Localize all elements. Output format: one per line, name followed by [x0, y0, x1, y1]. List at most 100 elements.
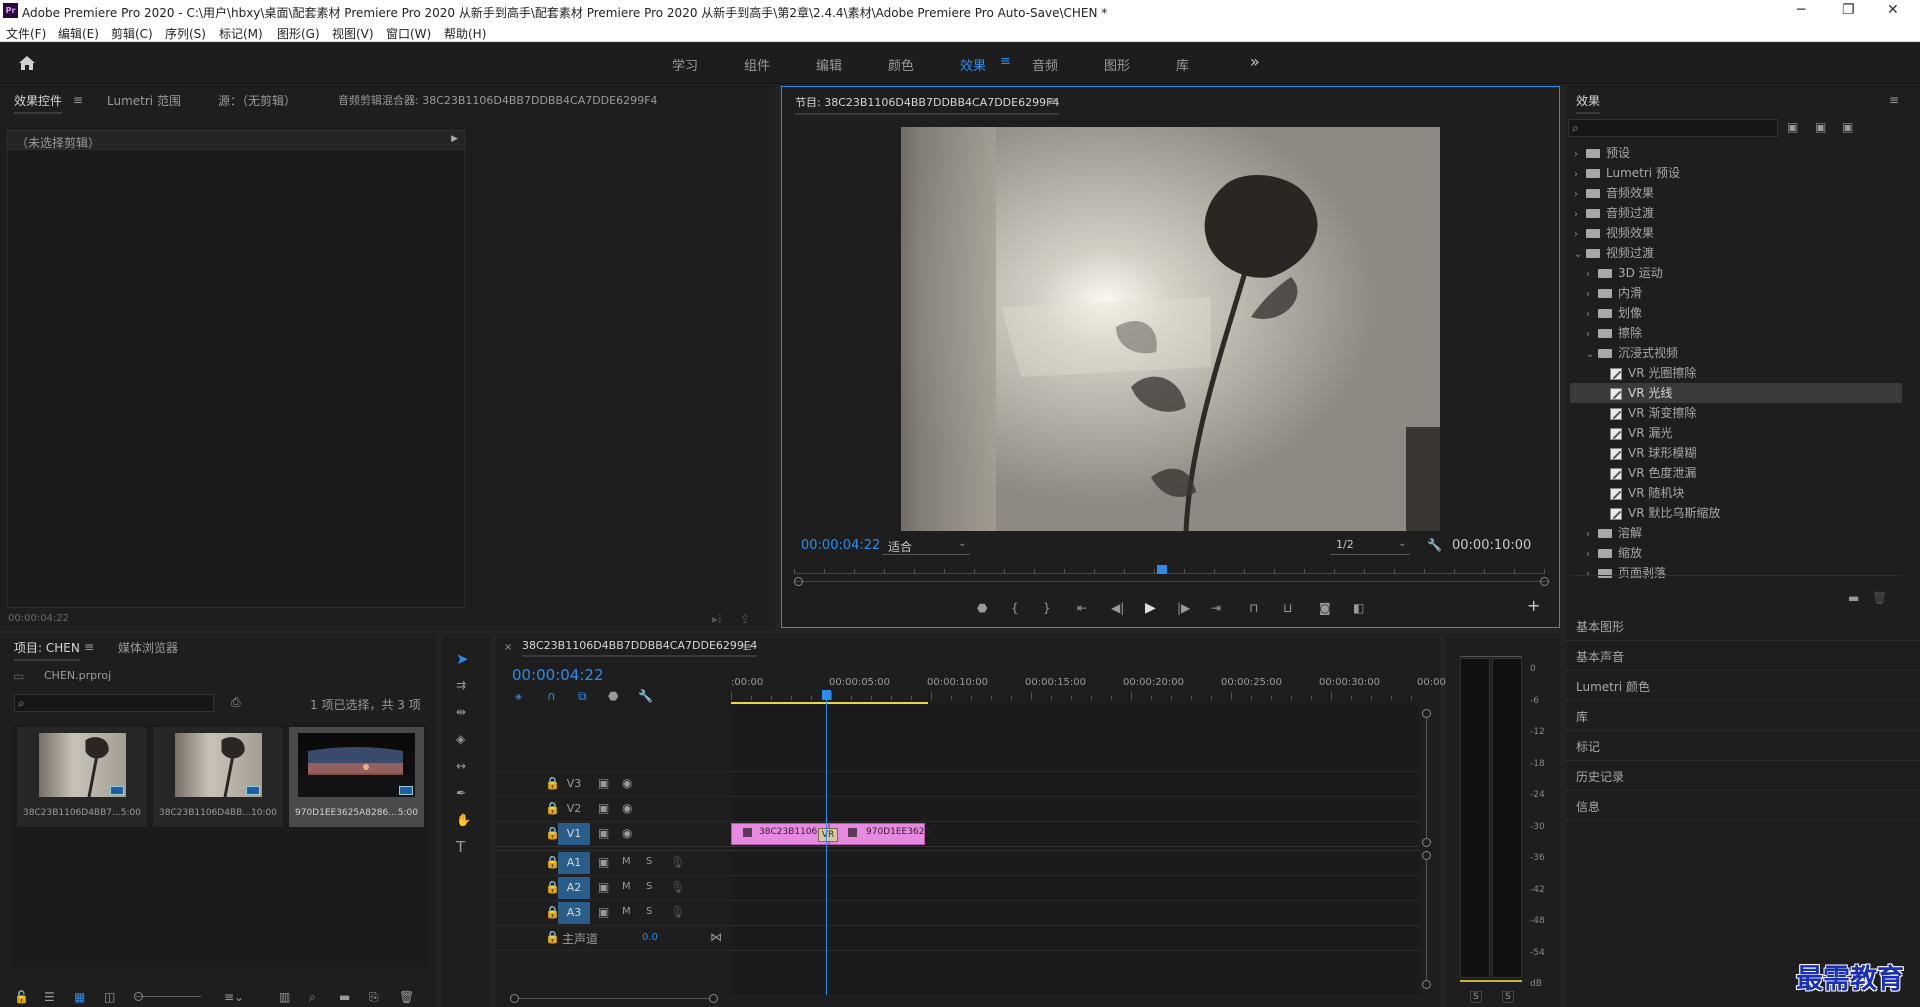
panel-lumetri-color[interactable]: Lumetri 颜色: [1576, 678, 1650, 695]
v-zoom-handle[interactable]: [1422, 980, 1431, 989]
zoom-slider[interactable]: [136, 996, 201, 997]
effect-folder[interactable]: › Lumetri 预设: [1570, 163, 1902, 183]
timeline-timecode[interactable]: 00:00:04:22: [512, 666, 604, 684]
effect-item[interactable]: VR 光线: [1570, 383, 1902, 403]
effect-folder[interactable]: › 缩放: [1570, 543, 1902, 563]
chevron-down-icon[interactable]: ⌄: [1574, 245, 1586, 265]
play-icon[interactable]: ▶: [1145, 601, 1156, 615]
timeline-menu-icon[interactable]: ≡: [742, 640, 752, 654]
go-to-in-icon[interactable]: ⇤: [1077, 601, 1087, 615]
effect-folder[interactable]: ⌄ 沉浸式视频: [1570, 343, 1902, 363]
panel-essential-sound[interactable]: 基本声音: [1576, 648, 1624, 665]
go-to-out-icon[interactable]: ⇥: [1211, 601, 1221, 615]
menu-help[interactable]: 帮助(H): [444, 25, 486, 42]
workspace-menu-icon[interactable]: ≡: [1000, 54, 1011, 69]
new-search-bin-icon[interactable]: ⎙: [231, 695, 241, 709]
track-label[interactable]: V1: [558, 823, 590, 845]
workspace-graphics[interactable]: 图形: [1104, 55, 1130, 74]
ripple-edit-tool-icon[interactable]: ⇹: [456, 705, 466, 719]
effect-folder[interactable]: ⌄ 视频过渡: [1570, 243, 1902, 263]
clear-icon[interactable]: 🗑: [399, 990, 414, 1004]
master-volume[interactable]: 0.0: [642, 932, 658, 943]
close-sequence-icon[interactable]: ×: [504, 641, 512, 655]
chevron-right-icon[interactable]: ›: [1586, 325, 1598, 345]
linked-selection-icon[interactable]: ⧉: [578, 689, 587, 703]
work-area-bar[interactable]: [731, 702, 928, 704]
hand-tool-icon[interactable]: ✋: [456, 813, 471, 827]
vr-transition[interactable]: VR: [818, 828, 838, 842]
effect-folder[interactable]: › 预设: [1570, 143, 1902, 163]
panel-libraries[interactable]: 库: [1576, 708, 1588, 725]
resolution-select[interactable]: 1/2 ⌄: [1330, 537, 1410, 555]
effect-folder[interactable]: › 溶解: [1570, 523, 1902, 543]
workspace-audio[interactable]: 音频: [1032, 55, 1058, 74]
v-scrollbar[interactable]: [1426, 860, 1427, 980]
menu-file[interactable]: 文件(F): [6, 25, 46, 42]
workspace-editing[interactable]: 编辑: [816, 55, 842, 74]
solo-button[interactable]: S: [646, 905, 652, 919]
more-workspaces-icon[interactable]: »: [1250, 52, 1260, 71]
sync-lock-icon[interactable]: ▣: [598, 855, 609, 869]
razor-tool-icon[interactable]: ◈: [456, 732, 465, 746]
track-select-tool-icon[interactable]: ⇉: [456, 678, 466, 692]
track-label[interactable]: A3: [558, 902, 590, 924]
solo-button[interactable]: S: [646, 855, 652, 869]
lock-icon[interactable]: 🔒: [545, 930, 560, 944]
find-icon[interactable]: ⌕: [309, 990, 316, 1004]
v-scrollbar[interactable]: [1426, 718, 1427, 838]
workspace-libraries[interactable]: 库: [1176, 55, 1189, 74]
chevron-right-icon[interactable]: ›: [1586, 545, 1598, 565]
effect-folder[interactable]: › 音频过渡: [1570, 203, 1902, 223]
program-menu-icon[interactable]: ≡: [1048, 94, 1058, 108]
menu-edit[interactable]: 编辑(E): [58, 25, 99, 42]
step-forward-icon[interactable]: |▶: [1177, 601, 1190, 615]
add-marker-icon[interactable]: ⬣: [977, 601, 987, 615]
clip-1[interactable]: 38C23B1106: [731, 823, 829, 845]
program-time-ruler[interactable]: [794, 564, 1545, 574]
project-item[interactable]: 38C23B1106D4BB7... 5:00: [17, 727, 147, 827]
track-label[interactable]: V2: [558, 798, 590, 820]
effects-menu-icon[interactable]: ≡: [1889, 93, 1899, 107]
restore-icon[interactable]: ❐: [1842, 2, 1855, 18]
new-bin-icon[interactable]: ▬: [1848, 591, 1859, 605]
zoom-handle-left[interactable]: [794, 577, 803, 586]
workspace-effects[interactable]: 效果: [960, 55, 986, 74]
effect-folder[interactable]: › 音频效果: [1570, 183, 1902, 203]
playhead-handle[interactable]: [822, 690, 831, 700]
yuv-effects-icon[interactable]: ▣: [1842, 120, 1853, 134]
effect-item[interactable]: VR 渐变擦除: [1570, 403, 1902, 423]
menu-graphics[interactable]: 图形(G): [277, 25, 320, 42]
sync-lock-icon[interactable]: ▣: [598, 776, 609, 790]
project-search-input[interactable]: ⌕: [14, 694, 214, 712]
workspace-learn[interactable]: 学习: [672, 55, 698, 74]
32bit-effects-icon[interactable]: ▣: [1815, 120, 1826, 134]
type-tool-icon[interactable]: T: [456, 840, 465, 855]
chevron-right-icon[interactable]: ›: [1586, 305, 1598, 325]
minimize-icon[interactable]: ─: [1797, 2, 1805, 18]
pen-tool-icon[interactable]: ✒: [456, 786, 466, 800]
mark-out-icon[interactable]: }: [1043, 601, 1051, 615]
menu-marker[interactable]: 标记(M): [219, 25, 263, 42]
tab-audio-clip-mixer[interactable]: 音频剪辑混合器: 38C23B1106D4BB7DDBB4CA7DDE6299F…: [338, 92, 657, 108]
workspace-assembly[interactable]: 组件: [744, 55, 770, 74]
chevron-down-icon[interactable]: ⌄: [1586, 345, 1598, 365]
project-item[interactable]: 38C23B1106D4BB... 10:00: [153, 727, 283, 827]
add-marker-icon[interactable]: ⬣: [608, 689, 618, 703]
home-icon[interactable]: [18, 55, 36, 71]
h-zoom-handle[interactable]: [510, 994, 519, 1003]
chevron-right-icon[interactable]: ›: [1574, 185, 1586, 205]
menu-window[interactable]: 窗口(W): [386, 25, 431, 42]
solo-button[interactable]: S: [646, 880, 652, 894]
v-zoom-handle[interactable]: [1422, 709, 1431, 718]
chevron-right-icon[interactable]: ›: [1586, 285, 1598, 305]
zoom-handle-right[interactable]: [1540, 577, 1549, 586]
effect-folder[interactable]: ›页面剥落: [1570, 563, 1902, 583]
panel-markers[interactable]: 标记: [1576, 738, 1600, 755]
lift-icon[interactable]: ⊓: [1249, 601, 1258, 615]
eye-icon[interactable]: ◉: [622, 776, 632, 790]
chevron-right-icon[interactable]: ›: [1586, 265, 1598, 285]
effect-item[interactable]: VR 随机块: [1570, 483, 1902, 503]
menu-view[interactable]: 视图(V): [332, 25, 374, 42]
sync-lock-icon[interactable]: ▣: [598, 826, 609, 840]
wrench-icon[interactable]: 🔧: [1427, 538, 1442, 552]
